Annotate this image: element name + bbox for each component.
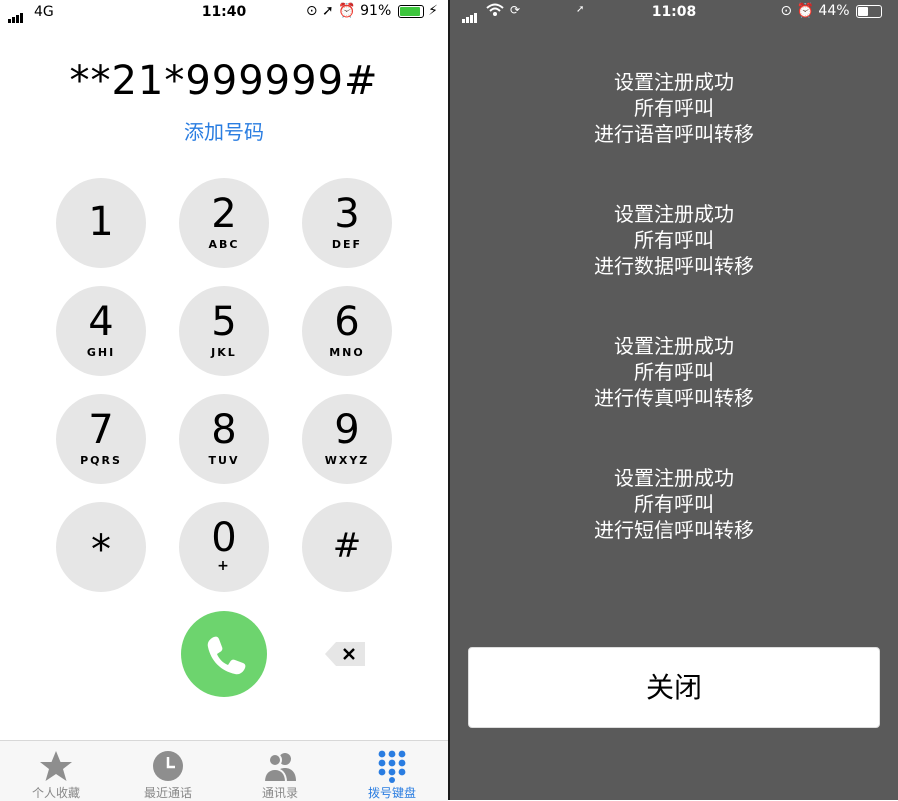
tab-label: 最近通话 (143, 786, 192, 800)
key-digit: 9 (334, 407, 360, 453)
battery-icon (856, 4, 882, 18)
key-digit: 4 (88, 299, 114, 345)
key-digit: 0 (211, 515, 237, 561)
star-icon (40, 751, 72, 781)
message-line: 设置注册成功 (614, 202, 734, 226)
key-digit: 3 (334, 191, 360, 237)
message-line: 所有呼叫 (634, 360, 714, 384)
key-letters: GHI (86, 346, 116, 359)
location-arrow-icon: ➚ (322, 3, 334, 19)
key-5[interactable]: 5 JKL (179, 286, 269, 376)
battery-icon (397, 4, 424, 18)
message-line: 所有呼叫 (634, 228, 714, 252)
tab-label: 个人收藏 (31, 786, 80, 800)
key-9[interactable]: 9 WXYZ (302, 394, 392, 484)
key-1[interactable]: 1 (56, 178, 146, 268)
contacts-icon (262, 753, 296, 783)
tab-label: 通讯录 (261, 786, 298, 800)
tab-contacts[interactable]: 通讯录 (224, 741, 336, 801)
message-line: 所有呼叫 (634, 96, 714, 120)
status-right: ⊙ ➚ ⏰ 91% ⚡ (306, 3, 438, 19)
key-letters: TUV (208, 454, 240, 467)
message-sms: 设置注册成功 所有呼叫 进行短信呼叫转移 (450, 465, 898, 543)
close-button[interactable]: 关闭 (468, 647, 880, 728)
dialed-number: **21*999999# (69, 58, 379, 104)
tab-label: 拨号键盘 (367, 786, 416, 800)
key-3[interactable]: 3 DEF (302, 178, 392, 268)
key-digit: 7 (88, 407, 114, 453)
call-button[interactable] (181, 611, 267, 697)
keypad-icon (378, 750, 406, 783)
tab-keypad[interactable]: 拨号键盘 (336, 741, 448, 801)
message-data: 设置注册成功 所有呼叫 进行数据呼叫转移 (450, 201, 898, 279)
result-screen: ⟳ ➚ 11:08 ⊙ ⏰ 44% 设置注册成功 所有呼叫 进行语音呼叫转移 设… (450, 0, 898, 800)
status-bar: 4G 11:40 ⊙ ➚ ⏰ 91% ⚡ (0, 0, 448, 26)
key-4[interactable]: 4 GHI (56, 286, 146, 376)
key-letters: WXYZ (324, 454, 370, 467)
key-star[interactable]: * (56, 502, 146, 592)
message-line: 设置注册成功 (614, 334, 734, 358)
key-8[interactable]: 8 TUV (179, 394, 269, 484)
phone-icon (207, 636, 246, 675)
key-digit: # (332, 526, 362, 566)
orientation-lock-icon: ⊙ (305, 3, 318, 19)
message-fax: 设置注册成功 所有呼叫 进行传真呼叫转移 (450, 333, 898, 411)
key-letters: JKL (211, 346, 237, 359)
message-line: 进行语音呼叫转移 (594, 122, 754, 146)
charging-icon: ⚡ (428, 3, 438, 19)
key-digit: * (91, 527, 111, 573)
key-letters: ABC (208, 238, 240, 251)
key-6[interactable]: 6 MNO (302, 286, 392, 376)
status-bar: ⟳ ➚ 11:08 ⊙ ⏰ 44% (450, 0, 898, 26)
message-line: 设置注册成功 (614, 70, 734, 94)
battery-percent: 91% (360, 3, 392, 19)
key-digit: 6 (334, 299, 360, 345)
delete-icon (325, 642, 365, 666)
add-number-link[interactable]: 添加号码 (0, 116, 448, 145)
dialer-screen: 4G 11:40 ⊙ ➚ ⏰ 91% ⚡ **21*999999# 添加号码 1… (0, 0, 448, 801)
clock-icon (153, 751, 183, 781)
tab-recents[interactable]: 最近通话 (112, 741, 224, 801)
message-line: 所有呼叫 (634, 492, 714, 516)
message-line: 进行数据呼叫转移 (594, 254, 754, 278)
tab-favorites[interactable]: 个人收藏 (0, 741, 112, 801)
message-line: 设置注册成功 (614, 466, 734, 490)
key-digit: 5 (211, 299, 237, 345)
key-digit: 2 (211, 191, 237, 237)
key-digit: 8 (211, 407, 237, 453)
key-0[interactable]: 0 + (179, 502, 269, 592)
key-hash[interactable]: # (302, 502, 392, 592)
status-right: ⊙ ⏰ 44% (780, 3, 882, 19)
key-letters: DEF (331, 238, 363, 251)
message-voice: 设置注册成功 所有呼叫 进行语音呼叫转移 (450, 69, 898, 147)
key-digit: 1 (88, 199, 114, 245)
key-7[interactable]: 7 PQRS (56, 394, 146, 484)
alarm-icon: ⏰ (338, 3, 356, 19)
message-line: 进行短信呼叫转移 (594, 518, 754, 542)
key-2[interactable]: 2 ABC (179, 178, 269, 268)
key-letters: + (217, 558, 231, 574)
orientation-lock-icon: ⊙ (780, 3, 793, 19)
battery-percent: 44% (818, 3, 850, 19)
message-line: 进行传真呼叫转移 (594, 386, 754, 410)
alarm-icon: ⏰ (796, 3, 814, 19)
key-letters: PQRS (80, 454, 122, 467)
key-letters: MNO (329, 346, 365, 359)
tab-bar: 个人收藏 最近通话 通讯录 拨号键盘 (0, 740, 448, 801)
delete-button[interactable] (323, 640, 367, 668)
